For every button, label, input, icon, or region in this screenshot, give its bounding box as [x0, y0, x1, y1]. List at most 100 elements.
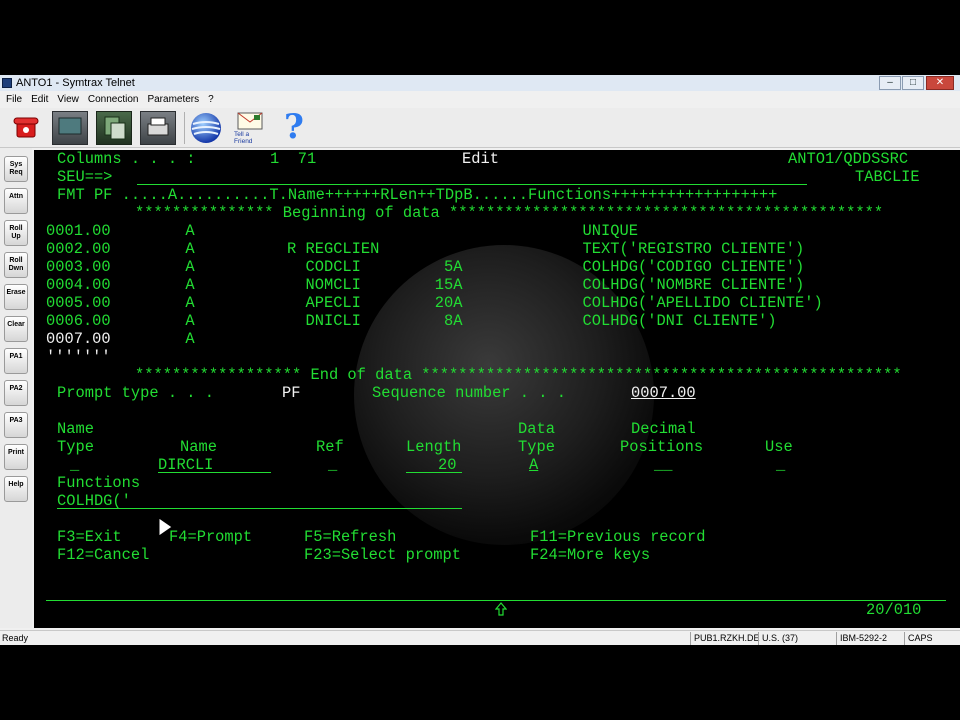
status-bar: Ready PUB1.RZKH.DE U.S. (37) IBM-5292-2 … — [0, 630, 960, 645]
sequence-number-value[interactable]: 0007.00 — [631, 384, 696, 402]
blank-line-marker: ''''''' — [46, 348, 111, 366]
fkey-f23-select-prompt[interactable]: F23=Select prompt — [304, 546, 461, 564]
help-button[interactable]: ? — [276, 107, 312, 147]
menu-edit[interactable]: Edit — [25, 91, 51, 108]
columns-value: 1 71 — [270, 150, 317, 168]
menu-parameters[interactable]: Parameters — [141, 91, 202, 108]
caps-indicator: CAPS — [904, 632, 958, 645]
beginning-of-data: *************** Beginning of data ******… — [135, 204, 884, 222]
sequence-number-label: Sequence number . . . — [372, 384, 566, 402]
cursor-position: 20/010 — [866, 601, 922, 619]
seu-prompt: SEU==> — [57, 168, 113, 186]
pa1-button[interactable]: PA1 — [4, 348, 28, 374]
terminal-type: IBM-5292-2 — [836, 632, 904, 645]
attn-button[interactable]: Attn — [4, 188, 28, 214]
side-key-panel: Sys Req Attn Roll Up Roll Dwn Erase Clea… — [0, 148, 32, 628]
clear-button[interactable]: Clear — [4, 316, 28, 342]
menu-file[interactable]: File — [0, 91, 25, 108]
mouse-pointer-icon — [158, 517, 173, 537]
fkey-f11-previous[interactable]: F11=Previous record — [530, 528, 705, 546]
close-button[interactable]: ✕ — [926, 76, 954, 90]
use-input[interactable]: _ — [776, 456, 785, 474]
question-mark-icon: ? — [284, 107, 304, 147]
fkey-f4-prompt[interactable]: F4=Prompt — [169, 528, 252, 546]
sys-req-button[interactable]: Sys Req — [4, 156, 28, 182]
web-button[interactable] — [188, 111, 224, 145]
member-name: TABCLIE — [855, 168, 920, 186]
length-underline — [406, 472, 462, 473]
type-input[interactable]: _ — [70, 456, 79, 474]
current-line-seq: 0007.00 — [46, 330, 111, 348]
disconnect-button[interactable] — [8, 111, 44, 145]
line-seq: 0006.00 — [46, 312, 111, 330]
fkey-f3-exit[interactable]: F3=Exit — [57, 528, 122, 546]
screen-button[interactable] — [52, 111, 88, 145]
pa3-button[interactable]: PA3 — [4, 412, 28, 438]
code-page: U.S. (37) — [758, 632, 836, 645]
roll-up-button[interactable]: Roll Up — [4, 220, 28, 246]
menu-help[interactable]: ? — [202, 91, 217, 108]
col-header-ref: Ref — [316, 438, 344, 456]
toolbar-separator — [184, 112, 185, 144]
line-seq: 0004.00 — [46, 276, 111, 294]
terminal-screen[interactable]: Columns . . . : 1 71 Edit ANTO1/QDDSSRC … — [34, 150, 960, 628]
menu-bar: File Edit View Connection Parameters? — [0, 91, 960, 108]
printer-icon — [147, 117, 169, 136]
app-icon — [2, 78, 12, 88]
toolbar: Tell a Friend ? — [0, 108, 960, 148]
macro-button[interactable] — [96, 111, 132, 145]
maximize-button[interactable]: □ — [902, 76, 924, 90]
status-text: Ready — [2, 633, 29, 643]
col-header-name: Name — [57, 420, 94, 438]
line-text[interactable]: A APECLI 20A COLHDG('APELLIDO CLIENTE') — [130, 294, 822, 312]
erase-button[interactable]: Erase — [4, 284, 28, 310]
tell-a-friend-label: Tell a Friend — [234, 131, 253, 145]
line-text[interactable]: A CODCLI 5A COLHDG('CODIGO CLIENTE') — [130, 258, 804, 276]
col-header-length: Length — [406, 438, 462, 456]
line-text[interactable]: A DNICLI 8A COLHDG('DNI CLIENTE') — [130, 312, 776, 330]
fkey-f5-refresh[interactable]: F5=Refresh — [304, 528, 396, 546]
ref-input[interactable]: _ — [328, 456, 337, 474]
line-seq: 0001.00 — [46, 222, 111, 240]
col-header-data: Data — [518, 420, 555, 438]
columns-label: Columns . . . : — [57, 150, 196, 168]
print-key-button[interactable]: Print — [4, 444, 28, 470]
title-bar[interactable]: ANTO1 - Symtrax Telnet – □ ✕ — [0, 75, 960, 91]
line-text[interactable]: A NOMCLI 15A COLHDG('NOMBRE CLIENTE') — [130, 276, 804, 294]
document-icon — [104, 116, 126, 140]
end-of-data: ****************** End of data *********… — [135, 366, 902, 384]
col-header-decimal: Decimal — [631, 420, 696, 438]
prompt-type-value: PF — [282, 384, 301, 402]
current-line-text[interactable]: A — [130, 330, 194, 348]
line-text[interactable]: A UNIQUE — [130, 222, 638, 240]
menu-view[interactable]: View — [51, 91, 82, 108]
prompt-type-label: Prompt type . . . — [57, 384, 215, 402]
editor-mode: Edit — [462, 150, 499, 168]
line-seq: 0005.00 — [46, 294, 111, 312]
phone-icon — [13, 117, 39, 138]
roll-down-button[interactable]: Roll Dwn — [4, 252, 28, 278]
minimize-button[interactable]: – — [879, 76, 901, 90]
menu-connection[interactable]: Connection — [82, 91, 142, 108]
status-divider — [46, 600, 946, 601]
pa2-button[interactable]: PA2 — [4, 380, 28, 406]
fkey-f24-more-keys[interactable]: F24=More keys — [530, 546, 650, 564]
col-header-field-name: Name — [180, 438, 217, 456]
col-header-use: Use — [765, 438, 793, 456]
col-header-positions: Positions — [620, 438, 704, 456]
field-name-underline — [158, 472, 271, 473]
format-ruler: FMT PF .....A..........T.Name++++++RLen+… — [57, 186, 778, 204]
host-name: PUB1.RZKH.DE — [690, 632, 760, 645]
seu-command-line[interactable] — [137, 184, 807, 185]
functions-label: Functions — [57, 474, 141, 492]
print-button[interactable] — [140, 111, 176, 145]
data-type-input[interactable]: A — [529, 456, 538, 474]
line-seq: 0002.00 — [46, 240, 111, 258]
tell-a-friend-button[interactable]: Tell a Friend — [232, 111, 268, 145]
col-header-type: Type — [57, 438, 94, 456]
fkey-f12-cancel[interactable]: F12=Cancel — [57, 546, 149, 564]
line-seq: 0003.00 — [46, 258, 111, 276]
help-key-button[interactable]: Help — [4, 476, 28, 502]
line-text[interactable]: A R REGCLIEN TEXT('REGISTRO CLIENTE') — [130, 240, 804, 258]
decimal-positions-input[interactable]: __ — [654, 456, 672, 474]
